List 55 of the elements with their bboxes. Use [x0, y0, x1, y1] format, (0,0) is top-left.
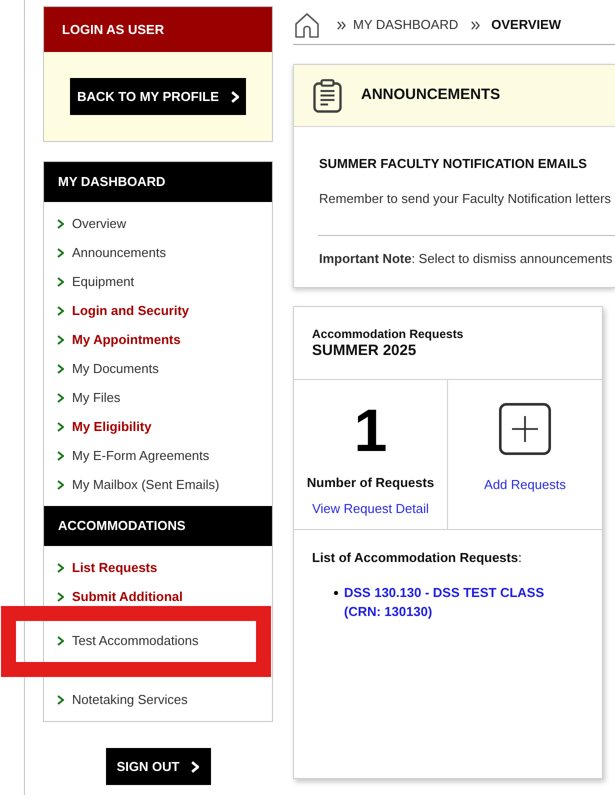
sidebar-link[interactable]: My E-Form Agreements: [57, 448, 210, 464]
announcement-title: SUMMER FACULTY NOTIFICATION EMAILS: [319, 156, 588, 172]
sidebar-link[interactable]: My Documents: [57, 360, 159, 376]
chevron-icon: [57, 592, 64, 602]
sidebar-link[interactable]: Announcements: [57, 244, 166, 260]
sidebar-link[interactable]: My Mailbox (Sent Emails): [57, 476, 220, 492]
home-icon[interactable]: [295, 12, 319, 38]
chevron-icon: [230, 90, 239, 102]
chevron-icon: [191, 760, 200, 772]
chevron-icon: [57, 364, 64, 374]
request-count: 1: [354, 401, 388, 461]
chevron-icon: [57, 562, 64, 572]
sidebar-link[interactable]: Equipment: [57, 274, 134, 290]
sidebar-link[interactable]: My Appointments: [57, 332, 181, 348]
chevron-icon: [57, 276, 64, 286]
sidebar-link[interactable]: Overview: [57, 216, 126, 232]
term-label: SUMMER 2025: [312, 342, 418, 360]
card-title: ANNOUNCEMENTS: [361, 85, 500, 106]
sidebar-link[interactable]: Login and Security: [57, 302, 190, 318]
chevron-icon: [57, 694, 64, 704]
panel-header: LOGIN AS USER: [44, 7, 272, 52]
double-chevron-icon: [337, 20, 346, 30]
chevron-icon: [57, 218, 64, 228]
double-chevron-icon: [471, 20, 480, 30]
sidebar-link[interactable]: Submit Additional: [57, 588, 183, 604]
sidebar-link[interactable]: List Requests: [57, 560, 158, 576]
request-link[interactable]: DSS 130.130 - DSS TEST CLASS (CRN: 130130): [344, 583, 576, 621]
chevron-icon: [57, 450, 64, 460]
clipboard-icon: [313, 78, 342, 112]
chevron-icon: [57, 248, 64, 258]
sidebar-link[interactable]: Notetaking Services: [57, 692, 188, 708]
sidebar-link[interactable]: Test Accommodations: [57, 632, 198, 648]
sign-out-button[interactable]: SIGN OUT: [106, 748, 210, 785]
sidebar-link[interactable]: My Files: [57, 390, 120, 406]
chevron-icon: [57, 306, 64, 316]
section-header: MY DASHBOARD: [44, 162, 272, 202]
view-detail-link[interactable]: View Request Detail: [312, 501, 429, 517]
card-title: Accommodation Requests: [312, 326, 464, 342]
add-icon[interactable]: [499, 403, 551, 455]
important-note: Important Note: Select to dismiss announcements: [319, 251, 614, 267]
chevron-icon: [57, 392, 64, 402]
chevron-icon: [57, 334, 64, 344]
breadcrumb-current: OVERVIEW: [491, 16, 562, 34]
add-requests-link[interactable]: Add Requests: [484, 477, 566, 493]
list-title: List of Accommodation Requests:: [312, 550, 523, 566]
sidebar-link[interactable]: My Eligibility: [57, 418, 152, 434]
section-header: ACCOMMODATIONS: [44, 506, 272, 546]
count-label: Number of Requests: [306, 475, 434, 491]
bullet-icon: [334, 591, 338, 595]
chevron-icon: [57, 422, 64, 432]
chevron-icon: [57, 636, 64, 646]
breadcrumb-link[interactable]: MY DASHBOARD: [353, 15, 458, 35]
announcement-text: Remember to send your Faculty Notification letters: [319, 191, 612, 207]
back-to-profile-button[interactable]: BACK TO MY PROFILE: [70, 78, 246, 115]
chevron-icon: [57, 480, 64, 490]
